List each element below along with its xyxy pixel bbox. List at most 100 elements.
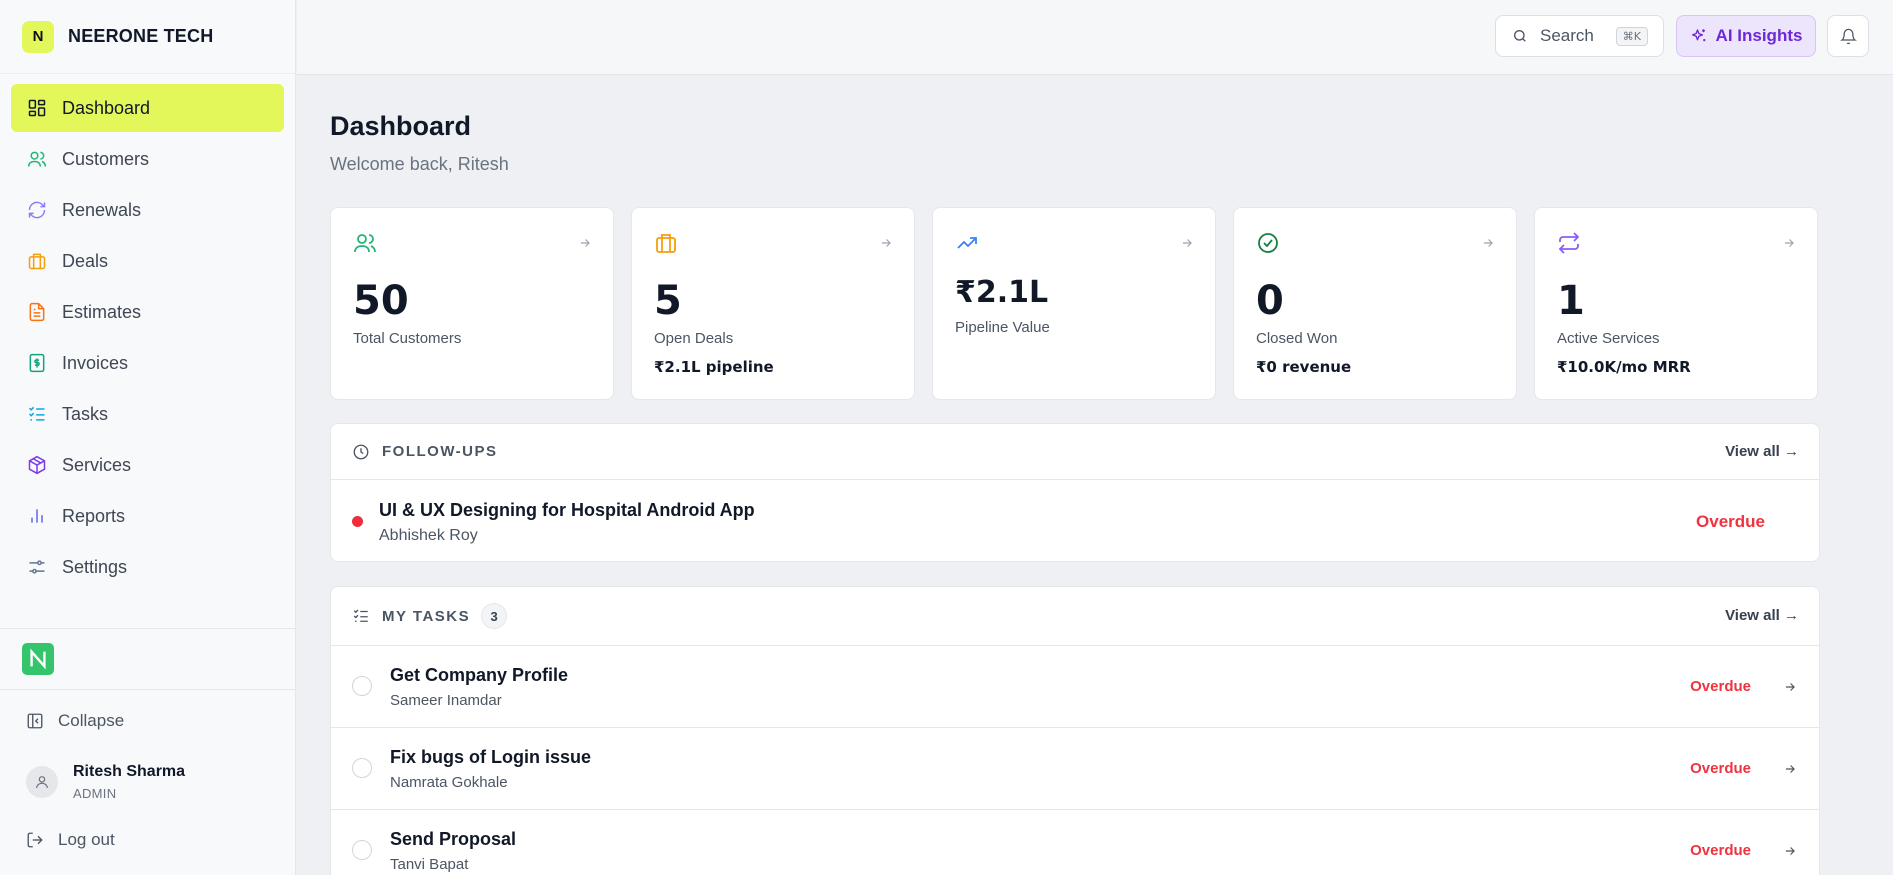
followup-item[interactable]: UI & UX Designing for Hospital Android A… bbox=[331, 480, 1819, 561]
task-checkbox[interactable] bbox=[352, 676, 372, 696]
stat-subtext: ₹10.0K/mo MRR bbox=[1557, 358, 1691, 376]
task-checkbox[interactable] bbox=[352, 758, 372, 778]
sliders-icon bbox=[27, 557, 47, 577]
task-assignee: Namrata Gokhale bbox=[390, 774, 508, 791]
stat-value: 5 bbox=[654, 278, 682, 324]
task-title: Fix bugs of Login issue bbox=[390, 747, 592, 767]
task-title: Get Company Profile bbox=[390, 665, 569, 685]
user-profile[interactable]: Ritesh Sharma ADMIN bbox=[26, 763, 185, 801]
arrow-right-icon bbox=[1782, 236, 1796, 250]
status-badge: Overdue bbox=[1690, 760, 1751, 777]
sidebar-item-label: Reports bbox=[62, 505, 126, 526]
clock-icon bbox=[352, 443, 370, 461]
receipt-icon bbox=[27, 353, 47, 373]
collapse-label: Collapse bbox=[58, 711, 125, 730]
collapse-button[interactable]: Collapse bbox=[26, 711, 124, 731]
task-row[interactable]: Get Company Profile Sameer Inamdar Overd… bbox=[331, 646, 1819, 728]
stat-label: Total Customers bbox=[353, 330, 462, 347]
tasks-view-all-link[interactable]: View all → bbox=[1725, 607, 1799, 624]
sidebar-item-label: Settings bbox=[62, 556, 128, 577]
task-row[interactable]: Send Proposal Tanvi Bapat Overdue bbox=[331, 810, 1819, 875]
users-icon bbox=[352, 230, 378, 256]
status-dot bbox=[352, 516, 363, 527]
logout-label: Log out bbox=[58, 830, 115, 849]
sidebar-divider bbox=[0, 689, 296, 690]
sidebar: N NEERONE TECH Dashboard Customers Renew… bbox=[0, 0, 296, 875]
logout-button[interactable]: Log out bbox=[26, 830, 115, 850]
stat-label: Active Services bbox=[1557, 330, 1660, 347]
list-checks-icon bbox=[27, 404, 47, 424]
users-icon bbox=[27, 149, 47, 169]
arrow-right-icon bbox=[1783, 844, 1797, 858]
sidebar-item-label: Estimates bbox=[62, 301, 142, 322]
status-badge: Overdue bbox=[1696, 512, 1765, 531]
stat-card-closed-won[interactable]: 0 Closed Won ₹0 revenue bbox=[1233, 207, 1517, 400]
followups-view-all-link[interactable]: View all → bbox=[1725, 443, 1799, 460]
layout-grid-icon bbox=[27, 98, 47, 118]
ai-insights-button[interactable]: AI Insights bbox=[1676, 15, 1816, 57]
stat-card-active-services[interactable]: 1 Active Services ₹10.0K/mo MRR bbox=[1534, 207, 1818, 400]
task-assignee: Tanvi Bapat bbox=[390, 856, 469, 873]
search-icon bbox=[1512, 28, 1528, 44]
file-text-icon bbox=[27, 302, 47, 322]
user-name: Ritesh Sharma bbox=[73, 763, 186, 780]
stat-card-open-deals[interactable]: 5 Open Deals ₹2.1L pipeline bbox=[631, 207, 915, 400]
followups-heading: FOLLOW-UPS bbox=[382, 443, 498, 460]
tasks-header: MY TASKS 3 View all → bbox=[331, 587, 1819, 646]
task-title: Send Proposal bbox=[390, 829, 517, 849]
sidebar-item-label: Deals bbox=[62, 250, 109, 271]
sidebar-item-label: Dashboard bbox=[62, 97, 151, 118]
bar-chart-icon bbox=[27, 506, 47, 526]
stat-value: ₹2.1L bbox=[955, 275, 1049, 310]
sidebar-item-reports[interactable]: Reports bbox=[11, 492, 284, 540]
user-role: ADMIN bbox=[73, 786, 117, 801]
task-checkbox[interactable] bbox=[352, 840, 372, 860]
stat-value: 1 bbox=[1557, 278, 1585, 324]
status-badge: Overdue bbox=[1690, 678, 1751, 695]
stat-subtext: ₹2.1L pipeline bbox=[654, 358, 774, 376]
stat-card-pipeline-value[interactable]: ₹2.1L Pipeline Value bbox=[932, 207, 1216, 400]
package-icon bbox=[27, 455, 47, 475]
brand: N NEERONE TECH bbox=[0, 0, 295, 74]
task-row[interactable]: Fix bugs of Login issue Namrata Gokhale … bbox=[331, 728, 1819, 810]
notifications-button[interactable] bbox=[1827, 15, 1869, 57]
brand-name: NEERONE TECH bbox=[68, 26, 214, 46]
sidebar-item-label: Services bbox=[62, 454, 132, 475]
sidebar-item-estimates[interactable]: Estimates bbox=[11, 288, 284, 336]
sidebar-item-dashboard[interactable]: Dashboard bbox=[11, 84, 284, 132]
avatar bbox=[26, 766, 58, 798]
sidebar-item-services[interactable]: Services bbox=[11, 441, 284, 489]
panel-collapse-icon bbox=[26, 712, 44, 730]
stat-subtext: ₹0 revenue bbox=[1256, 358, 1352, 376]
sidebar-item-customers[interactable]: Customers bbox=[11, 135, 284, 183]
search-label: Search bbox=[1540, 26, 1594, 45]
followups-header: FOLLOW-UPS View all → bbox=[331, 424, 1819, 480]
sidebar-item-settings[interactable]: Settings bbox=[11, 543, 284, 591]
arrow-right-icon bbox=[1180, 236, 1194, 250]
page-title: Dashboard bbox=[330, 111, 472, 141]
workspace-logo-icon[interactable] bbox=[22, 643, 54, 675]
followup-person: Abhishek Roy bbox=[379, 527, 478, 544]
user-info: Ritesh Sharma ADMIN bbox=[73, 763, 185, 801]
sidebar-item-tasks[interactable]: Tasks bbox=[11, 390, 284, 438]
sidebar-item-label: Renewals bbox=[62, 199, 142, 220]
stat-value: 0 bbox=[1256, 278, 1284, 324]
check-circle-icon bbox=[1255, 230, 1281, 256]
stat-label: Open Deals bbox=[654, 330, 734, 347]
arrow-right-icon bbox=[1481, 236, 1495, 250]
sidebar-item-renewals[interactable]: Renewals bbox=[11, 186, 284, 234]
sidebar-nav: Dashboard Customers Renewals Deals Estim… bbox=[0, 74, 295, 591]
stat-card-total-customers[interactable]: 50 Total Customers bbox=[330, 207, 614, 400]
sidebar-item-deals[interactable]: Deals bbox=[11, 237, 284, 285]
brand-logo[interactable]: N bbox=[22, 20, 54, 53]
status-badge: Overdue bbox=[1690, 842, 1751, 859]
trending-up-icon bbox=[954, 230, 980, 256]
arrow-right-icon bbox=[879, 236, 893, 250]
briefcase-icon bbox=[27, 251, 47, 271]
task-assignee: Sameer Inamdar bbox=[390, 692, 502, 709]
sidebar-item-invoices[interactable]: Invoices bbox=[11, 339, 284, 387]
sidebar-item-label: Customers bbox=[62, 148, 150, 169]
briefcase-icon bbox=[653, 230, 679, 256]
search-button[interactable]: Search ⌘K bbox=[1495, 15, 1664, 57]
logout-icon bbox=[26, 831, 44, 849]
